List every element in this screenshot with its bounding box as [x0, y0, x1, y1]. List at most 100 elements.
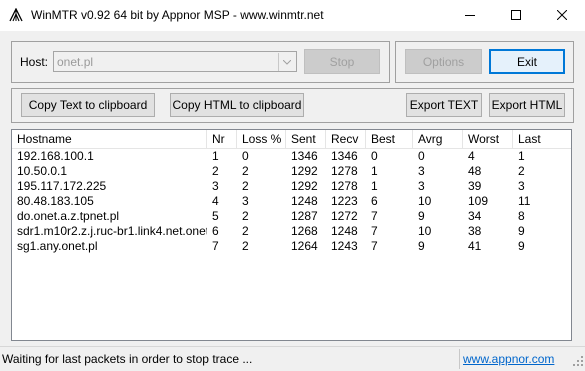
cell-recv: 1248 [331, 224, 358, 238]
cell-sent: 1346 [291, 149, 318, 163]
app-icon [9, 7, 23, 22]
cell-nr: 5 [212, 209, 219, 223]
table-row[interactable]: sg1.any.onet.pl 7 2 1264 1243 7 9 41 9 [12, 239, 571, 254]
table-row[interactable]: 195.117.172.225 3 2 1292 1278 1 3 39 3 [12, 179, 571, 194]
cell-sent: 1292 [291, 179, 318, 193]
cell-recv: 1278 [331, 179, 358, 193]
cell-hostname: sg1.any.onet.pl [17, 239, 98, 253]
stop-button[interactable]: Stop [304, 49, 380, 74]
cell-avrg: 3 [418, 164, 425, 178]
table-row[interactable]: 192.168.100.1 1 0 1346 1346 0 0 4 1 [12, 149, 571, 164]
cell-sent: 1264 [291, 239, 318, 253]
cell-worst: 38 [468, 224, 482, 238]
cell-avrg: 10 [418, 194, 432, 208]
cell-last: 8 [518, 209, 525, 223]
host-combobox[interactable]: onet.pl [53, 51, 297, 72]
cell-nr: 4 [212, 194, 219, 208]
cell-recv: 1243 [331, 239, 358, 253]
cell-loss: 2 [242, 209, 249, 223]
cell-avrg: 9 [418, 209, 425, 223]
cell-worst: 4 [468, 149, 475, 163]
column-header-worst[interactable]: Worst [463, 130, 513, 148]
cell-nr: 7 [212, 239, 219, 253]
resize-grip-icon[interactable] [573, 355, 583, 369]
table-row[interactable]: sdr1.m10r2.z.j.ruc-br1.link4.net.onet.pl… [12, 224, 571, 239]
cell-nr: 6 [212, 224, 219, 238]
cell-best: 7 [371, 224, 378, 238]
cell-avrg: 10 [418, 224, 432, 238]
cell-last: 11 [518, 194, 531, 208]
export-html-button[interactable]: Export HTML [489, 93, 565, 117]
cell-nr: 1 [212, 149, 219, 163]
column-header-hostname[interactable]: Hostname [12, 130, 207, 148]
column-header-sent[interactable]: Sent [286, 130, 326, 148]
options-button[interactable]: Options [405, 49, 482, 74]
cell-recv: 1223 [331, 194, 358, 208]
table-row[interactable]: 80.48.183.105 4 3 1248 1223 6 10 109 11 [12, 194, 571, 209]
minimize-button[interactable] [447, 0, 493, 31]
column-header-best[interactable]: Best [366, 130, 413, 148]
cell-sent: 1287 [291, 209, 318, 223]
cell-avrg: 3 [418, 179, 425, 193]
appnor-link[interactable]: www.appnor.com [463, 352, 554, 366]
cell-loss: 0 [242, 149, 249, 163]
window-title: WinMTR v0.92 64 bit by Appnor MSP - www.… [31, 8, 324, 22]
cell-best: 0 [371, 149, 378, 163]
cell-nr: 3 [212, 179, 219, 193]
table-row[interactable]: do.onet.a.z.tpnet.pl 5 2 1287 1272 7 9 34 8 [12, 209, 571, 224]
cell-best: 7 [371, 239, 378, 253]
cell-best: 6 [371, 194, 378, 208]
cell-recv: 1278 [331, 164, 358, 178]
table-row[interactable]: 10.50.0.1 2 2 1292 1278 1 3 48 2 [12, 164, 571, 179]
cell-best: 7 [371, 209, 378, 223]
cell-last: 1 [518, 149, 525, 163]
column-header-loss[interactable]: Loss % [237, 130, 286, 148]
column-header-last[interactable]: Last [513, 130, 571, 148]
cell-worst: 109 [468, 194, 489, 208]
cell-best: 1 [371, 179, 378, 193]
cell-sent: 1268 [291, 224, 318, 238]
maximize-button[interactable] [493, 0, 539, 31]
cell-hostname: 195.117.172.225 [17, 179, 107, 193]
close-button[interactable] [539, 0, 585, 31]
cell-worst: 48 [468, 164, 482, 178]
cell-nr: 2 [212, 164, 219, 178]
cell-worst: 39 [468, 179, 482, 193]
cell-sent: 1292 [291, 164, 318, 178]
results-table[interactable]: Hostname Nr Loss % Sent Recv Best Avrg W… [11, 129, 572, 341]
dropdown-arrow-icon[interactable] [278, 53, 295, 71]
table-header: Hostname Nr Loss % Sent Recv Best Avrg W… [12, 130, 571, 149]
cell-last: 3 [518, 179, 525, 193]
column-header-recv[interactable]: Recv [326, 130, 366, 148]
cell-hostname: sdr1.m10r2.z.j.ruc-br1.link4.net.onet.pl [17, 224, 207, 238]
cell-avrg: 0 [418, 149, 425, 163]
cell-loss: 3 [242, 194, 249, 208]
cell-best: 1 [371, 164, 378, 178]
cell-hostname: 192.168.100.1 [17, 149, 94, 163]
cell-hostname: 10.50.0.1 [17, 164, 68, 178]
export-text-button[interactable]: Export TEXT [406, 93, 482, 117]
cell-loss: 2 [242, 164, 249, 178]
host-value: onet.pl [57, 55, 94, 69]
host-label: Host: [20, 55, 49, 69]
cell-recv: 1272 [331, 209, 358, 223]
cell-loss: 2 [242, 224, 249, 238]
status-message: Waiting for last packets in order to sto… [2, 352, 253, 366]
title-bar[interactable]: WinMTR v0.92 64 bit by Appnor MSP - www.… [0, 0, 585, 31]
cell-hostname: do.onet.a.z.tpnet.pl [17, 209, 120, 223]
cell-last: 9 [518, 239, 525, 253]
column-header-nr[interactable]: Nr [207, 130, 237, 148]
cell-loss: 2 [242, 179, 249, 193]
exit-button[interactable]: Exit [489, 49, 565, 74]
copy-html-button[interactable]: Copy HTML to clipboard [170, 93, 304, 117]
cell-worst: 41 [468, 239, 482, 253]
column-header-avrg[interactable]: Avrg [413, 130, 463, 148]
copy-text-button[interactable]: Copy Text to clipboard [21, 93, 155, 117]
cell-recv: 1346 [331, 149, 358, 163]
cell-last: 2 [518, 164, 525, 178]
status-bar: Waiting for last packets in order to sto… [0, 346, 585, 371]
status-divider [459, 349, 460, 369]
cell-hostname: 80.48.183.105 [17, 194, 94, 208]
cell-loss: 2 [242, 239, 249, 253]
cell-avrg: 9 [418, 239, 425, 253]
